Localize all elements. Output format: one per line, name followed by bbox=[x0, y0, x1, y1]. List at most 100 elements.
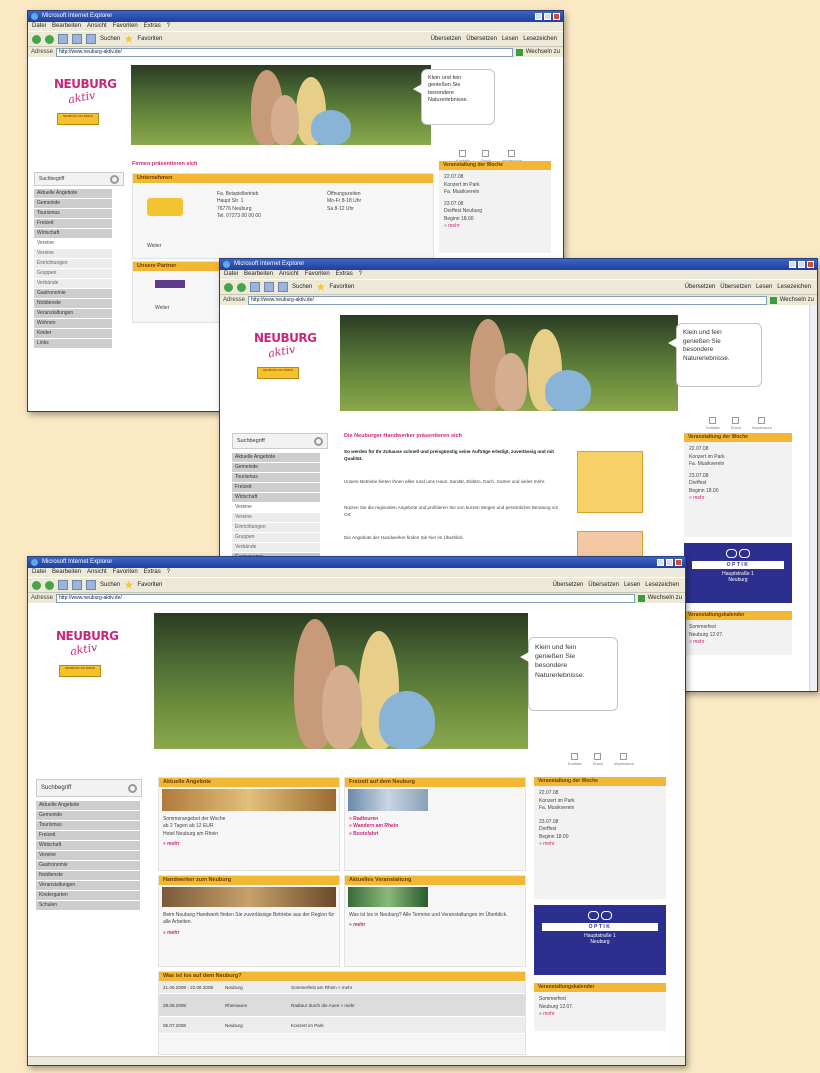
calendar-more-link[interactable]: » mehr bbox=[539, 1011, 661, 1019]
leisure-link[interactable]: » Wandern am Rhein bbox=[349, 823, 521, 830]
maximize-button[interactable] bbox=[666, 559, 673, 566]
search-icon[interactable] bbox=[110, 174, 119, 184]
leisure-link[interactable]: » Bootsfahrt bbox=[349, 831, 521, 838]
search-box[interactable]: Suchbegriff bbox=[232, 433, 328, 449]
nav-item[interactable]: Kindergarten bbox=[36, 891, 140, 900]
favorites-star-icon[interactable] bbox=[124, 34, 134, 43]
home-icon[interactable] bbox=[86, 34, 96, 44]
nav-item[interactable]: Wohnen bbox=[34, 319, 112, 328]
nav-subitem[interactable]: Vereine bbox=[34, 249, 112, 258]
maximize-button[interactable] bbox=[798, 261, 805, 268]
menu-file[interactable]: Datei bbox=[32, 568, 46, 577]
search-button[interactable]: Suchen bbox=[100, 582, 120, 588]
home-icon[interactable] bbox=[278, 282, 288, 292]
event-item[interactable]: 23.07.08 Dorffest Neuburg Beginn 18.00 bbox=[444, 201, 546, 224]
search-button[interactable]: Suchen bbox=[100, 36, 120, 42]
refresh-icon[interactable] bbox=[264, 282, 274, 292]
table-row[interactable]: 28.06.2008 Rheinauen Radtour durch die A… bbox=[159, 994, 525, 1017]
print-link[interactable]: Druck bbox=[593, 753, 603, 766]
back-arrow-icon[interactable] bbox=[224, 282, 233, 292]
nav-item[interactable]: Wirtschaft bbox=[232, 493, 320, 502]
nav-item[interactable]: Gastronomie bbox=[36, 861, 140, 870]
search-icon[interactable] bbox=[128, 783, 137, 793]
menu-help[interactable]: ? bbox=[167, 568, 170, 577]
leisure-link[interactable]: » Radtouren bbox=[349, 816, 521, 823]
event-item[interactable]: 23.07.08 Dorffest Beginn 18.00 bbox=[689, 473, 787, 496]
scrollbar[interactable] bbox=[809, 305, 817, 691]
menu-view[interactable]: Ansicht bbox=[87, 22, 107, 31]
nav-item[interactable]: Veranstaltungen bbox=[34, 309, 112, 318]
toolbar-right-item[interactable]: Übersetzen bbox=[431, 36, 462, 42]
event-more-link[interactable]: » mehr bbox=[689, 495, 787, 503]
maximize-button[interactable] bbox=[544, 13, 551, 20]
close-button[interactable] bbox=[675, 559, 682, 566]
address-input[interactable]: http://www.neuburg-aktiv.de/ bbox=[248, 295, 767, 305]
search-icon[interactable] bbox=[314, 436, 323, 446]
nav-item[interactable]: Notdienste bbox=[36, 871, 140, 880]
toolbar-right-item[interactable]: Übersetzen bbox=[720, 284, 751, 290]
nav-item[interactable]: Freizeit bbox=[232, 483, 320, 492]
go-icon[interactable] bbox=[515, 48, 523, 56]
nav-item[interactable]: Vereine bbox=[34, 239, 112, 248]
minimize-button[interactable] bbox=[535, 13, 542, 20]
nav-item[interactable]: Vereine bbox=[232, 503, 320, 512]
links-button[interactable]: Wechseln zu bbox=[780, 297, 814, 303]
toolbar-right-item[interactable]: Lesezeichen bbox=[645, 582, 679, 588]
nav-item[interactable]: Freizeit bbox=[34, 219, 112, 228]
title-bar[interactable]: Microsoft Internet Explorer bbox=[28, 557, 685, 568]
toolbar-right-item[interactable]: Lesen bbox=[624, 582, 640, 588]
nav-item[interactable]: Vereine bbox=[36, 851, 140, 860]
nav-item[interactable]: Aktuelle Angebote bbox=[34, 189, 112, 198]
menu-favorites[interactable]: Favoriten bbox=[305, 270, 330, 279]
menu-tools[interactable]: Extras bbox=[144, 22, 161, 31]
title-bar[interactable]: Microsoft Internet Explorer bbox=[28, 11, 563, 22]
imprint-link[interactable]: Impressum bbox=[614, 753, 634, 766]
search-button[interactable]: Suchen bbox=[292, 284, 312, 290]
print-link[interactable]: Druck bbox=[731, 417, 741, 430]
nav-subitem[interactable]: Verbände bbox=[34, 279, 112, 288]
optik-ad-banner[interactable]: OPTIK Hauptstraße 1 Neuburg bbox=[534, 905, 666, 975]
toolbar-right-item[interactable]: Übersetzen bbox=[685, 284, 716, 290]
nav-subitem[interactable]: Gruppen bbox=[232, 533, 320, 542]
menu-tools[interactable]: Extras bbox=[336, 270, 353, 279]
nav-item[interactable]: Schulen bbox=[36, 901, 140, 910]
event-item[interactable]: 22.07.08 Konzert im Park Fa. Musikverein bbox=[689, 446, 787, 469]
back-arrow-icon[interactable] bbox=[32, 580, 41, 590]
nav-item[interactable]: Veranstaltungen bbox=[36, 881, 140, 890]
nav-item[interactable]: Tourismus bbox=[34, 209, 112, 218]
offers-more-link[interactable]: » mehr bbox=[159, 841, 339, 851]
contact-link[interactable]: Kontakt bbox=[706, 417, 720, 430]
events-more-link[interactable]: » mehr bbox=[345, 922, 525, 932]
forward-arrow-icon[interactable] bbox=[45, 580, 54, 590]
nav-item[interactable]: Gemeinde bbox=[34, 199, 112, 208]
menu-file[interactable]: Datei bbox=[32, 22, 46, 31]
imprint-link[interactable]: Impressum bbox=[752, 417, 772, 430]
optik-ad-banner[interactable]: OPTIK Hauptstraße 1 Neuburg bbox=[684, 543, 792, 603]
table-row[interactable]: 05.07.2008 Neuburg Konzert im Park bbox=[159, 1017, 525, 1034]
toolbar-right-item[interactable]: Lesezeichen bbox=[777, 284, 811, 290]
menu-help[interactable]: ? bbox=[167, 22, 170, 31]
toolbar-right-item[interactable]: Lesezeichen bbox=[523, 36, 557, 42]
toolbar-right-item[interactable]: Übersetzen bbox=[553, 582, 584, 588]
nav-item[interactable]: Wirtschaft bbox=[36, 841, 140, 850]
forward-arrow-icon[interactable] bbox=[237, 282, 246, 292]
nav-item[interactable]: Tourismus bbox=[36, 821, 140, 830]
site-logo[interactable]: NEUBURG aktiv NEUBURG AM RHEIN bbox=[54, 77, 117, 129]
menu-favorites[interactable]: Favoriten bbox=[113, 22, 138, 31]
company-more-link[interactable]: Weiter bbox=[143, 240, 165, 253]
site-logo[interactable]: NEUBURG aktiv NEUBURG AM RHEIN bbox=[254, 331, 317, 383]
favorites-button[interactable]: Favoriten bbox=[137, 582, 162, 588]
craftsmen-more-link[interactable]: » mehr bbox=[159, 930, 339, 940]
favorites-button[interactable]: Favoriten bbox=[329, 284, 354, 290]
back-arrow-icon[interactable] bbox=[32, 34, 41, 44]
stop-icon[interactable] bbox=[250, 282, 260, 292]
refresh-icon[interactable] bbox=[72, 34, 82, 44]
links-button[interactable]: Wechseln zu bbox=[526, 49, 560, 55]
toolbar-right-item[interactable]: Übersetzen bbox=[588, 582, 619, 588]
menu-view[interactable]: Ansicht bbox=[87, 568, 107, 577]
search-box[interactable]: Suchbegriff bbox=[34, 172, 124, 186]
home-icon[interactable] bbox=[86, 580, 96, 590]
event-item[interactable]: 22.07.08 Konzert im Park Fa. Musikverein bbox=[444, 174, 546, 197]
stop-icon[interactable] bbox=[58, 34, 68, 44]
table-row[interactable]: 21.06.2008 - 22.06.2008 Neuburg Sommerfe… bbox=[159, 982, 525, 994]
